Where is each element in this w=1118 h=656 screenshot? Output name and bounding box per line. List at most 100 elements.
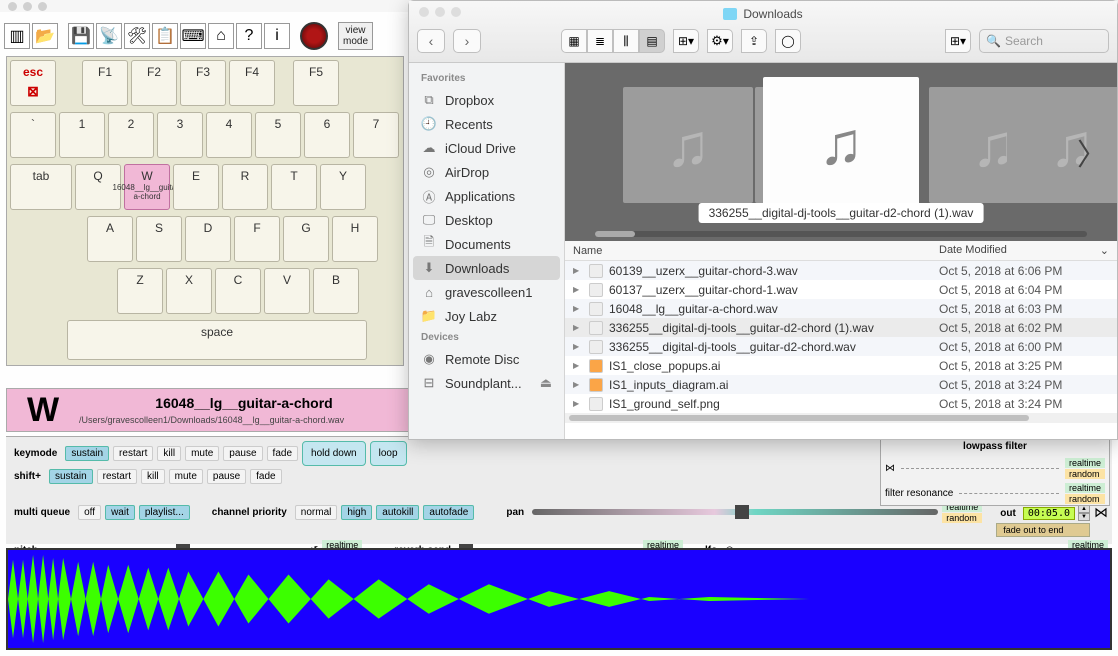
fr-random[interactable]: random bbox=[1065, 494, 1105, 504]
link-icon[interactable]: ⋈ bbox=[1094, 504, 1108, 521]
sidebar-item-icloud[interactable]: ☁iCloud Drive bbox=[409, 136, 564, 160]
record-button[interactable] bbox=[300, 22, 328, 50]
forward-button[interactable]: › bbox=[453, 29, 481, 53]
arrange-button[interactable]: ⊞▾ bbox=[673, 29, 699, 53]
file-row[interactable]: ▶336255__digital-dj-tools__guitar-d2-cho… bbox=[565, 337, 1117, 356]
save-button[interactable]: 💾 bbox=[68, 23, 94, 49]
keymode-fade[interactable]: fade bbox=[267, 446, 298, 461]
list-view-button[interactable]: ≣ bbox=[587, 29, 613, 53]
key-3[interactable]: 3 bbox=[157, 112, 203, 158]
key-h[interactable]: H bbox=[332, 216, 378, 262]
key-y[interactable]: Y bbox=[320, 164, 366, 210]
column-view-button[interactable]: ⫼ bbox=[613, 29, 639, 53]
file-row[interactable]: ▶IS1_close_popups.aiOct 5, 2018 at 3:25 … bbox=[565, 356, 1117, 375]
keyboard-button[interactable]: ⌨ bbox=[180, 23, 206, 49]
coverflow-card-center[interactable]: ♫ bbox=[763, 77, 919, 209]
key-f5[interactable]: F5 bbox=[293, 60, 339, 106]
sidebar-item-dropbox[interactable]: ⧉Dropbox bbox=[409, 88, 564, 112]
key-d[interactable]: D bbox=[185, 216, 231, 262]
keymode-restart[interactable]: restart bbox=[113, 446, 153, 461]
sidebar-item-desktop[interactable]: 🖵Desktop bbox=[409, 208, 564, 232]
key-5[interactable]: 5 bbox=[255, 112, 301, 158]
key-f[interactable]: F bbox=[234, 216, 280, 262]
key-t[interactable]: T bbox=[271, 164, 317, 210]
key-4[interactable]: 4 bbox=[206, 112, 252, 158]
eject-icon[interactable]: ⏏ bbox=[540, 375, 552, 391]
key-space[interactable]: space bbox=[67, 320, 367, 360]
sidebar-item-recents[interactable]: 🕘Recents bbox=[409, 112, 564, 136]
filterres-slider[interactable] bbox=[959, 493, 1059, 494]
key-f3[interactable]: F3 bbox=[180, 60, 226, 106]
home-button[interactable]: ⌂ bbox=[208, 23, 234, 49]
col-name[interactable]: Name bbox=[573, 245, 939, 257]
key-b[interactable]: B bbox=[313, 268, 359, 314]
cp-autofade[interactable]: autofade bbox=[423, 505, 474, 520]
sidebar-item-downloads[interactable]: ⬇Downloads bbox=[413, 256, 560, 280]
key-7[interactable]: 7 bbox=[353, 112, 399, 158]
shift-restart[interactable]: restart bbox=[97, 469, 137, 484]
key-r[interactable]: R bbox=[222, 164, 268, 210]
waveform-display[interactable] bbox=[6, 548, 1112, 650]
shift-kill[interactable]: kill bbox=[141, 469, 165, 484]
pan-slider[interactable] bbox=[532, 505, 938, 519]
search-input[interactable]: 🔍 Search bbox=[979, 29, 1109, 53]
shift-pause[interactable]: pause bbox=[207, 469, 246, 484]
sidebar-item-remotedisc[interactable]: ◉Remote Disc bbox=[409, 347, 564, 371]
keymode-mute[interactable]: mute bbox=[185, 446, 219, 461]
loop-button[interactable]: loop bbox=[370, 441, 407, 466]
key-f1[interactable]: F1 bbox=[82, 60, 128, 106]
icon-view-button[interactable]: ▦ bbox=[561, 29, 587, 53]
key-f4[interactable]: F4 bbox=[229, 60, 275, 106]
file-list-header[interactable]: Name Date Modified⌄ bbox=[565, 241, 1117, 261]
col-date[interactable]: Date Modified bbox=[939, 244, 1007, 257]
keymode-pause[interactable]: pause bbox=[223, 446, 262, 461]
key-x[interactable]: X bbox=[166, 268, 212, 314]
finder-min-icon[interactable] bbox=[435, 7, 445, 17]
shift-sustain[interactable]: sustain bbox=[49, 469, 93, 484]
coverflow-card-left2[interactable]: ♫ bbox=[623, 87, 753, 203]
sidebar-item-airdrop[interactable]: ◎AirDrop bbox=[409, 160, 564, 184]
key-esc[interactable]: esc⊠ bbox=[10, 60, 56, 106]
coverflow-scrollbar[interactable] bbox=[595, 231, 1087, 237]
sidebar-item-joylabz[interactable]: 📁Joy Labz bbox=[409, 304, 564, 328]
key-f2[interactable]: F2 bbox=[131, 60, 177, 106]
lp-realtime[interactable]: realtime bbox=[1065, 458, 1105, 468]
sidebar-item-home[interactable]: ⌂gravescolleen1 bbox=[409, 280, 564, 304]
key-g[interactable]: G bbox=[283, 216, 329, 262]
fadeout-to-end[interactable]: fade out to end bbox=[996, 523, 1090, 537]
broadcast-button[interactable]: 📡 bbox=[96, 23, 122, 49]
share-button[interactable]: ⇪ bbox=[741, 29, 767, 53]
shift-mute[interactable]: mute bbox=[169, 469, 203, 484]
file-row[interactable]: ▶60137__uzerx__guitar-chord-1.wavOct 5, … bbox=[565, 280, 1117, 299]
key-1[interactable]: 1 bbox=[59, 112, 105, 158]
coverflow-view-button[interactable]: ▤ bbox=[639, 29, 665, 53]
coverflow-next-arrow[interactable]: 〉 bbox=[1077, 130, 1107, 174]
pan-random[interactable]: random bbox=[942, 513, 982, 523]
key-a[interactable]: A bbox=[87, 216, 133, 262]
notes-button[interactable]: 📋 bbox=[152, 23, 178, 49]
new-keymap-button[interactable]: ▥ bbox=[4, 23, 30, 49]
mq-playlist[interactable]: playlist... bbox=[139, 505, 190, 520]
lp-random[interactable]: random bbox=[1065, 469, 1105, 479]
key-backtick[interactable]: ` bbox=[10, 112, 56, 158]
file-row[interactable]: ▶16048__lg__guitar-a-chord.wavOct 5, 201… bbox=[565, 299, 1117, 318]
key-z[interactable]: Z bbox=[117, 268, 163, 314]
holddown-button[interactable]: hold down bbox=[302, 441, 366, 466]
tools-button[interactable]: 🛠 bbox=[124, 23, 150, 49]
key-tab[interactable]: tab bbox=[10, 164, 72, 210]
file-list-scrollbar[interactable] bbox=[565, 413, 1117, 423]
key-v[interactable]: V bbox=[264, 268, 310, 314]
keymode-sustain[interactable]: sustain bbox=[65, 446, 109, 461]
dropbox-button[interactable]: ⊞▾ bbox=[945, 29, 971, 53]
key-e[interactable]: E bbox=[173, 164, 219, 210]
file-row[interactable]: ▶IS1_ground_self.pngOct 5, 2018 at 3:24 … bbox=[565, 394, 1117, 413]
open-folder-button[interactable]: 📂 bbox=[32, 23, 58, 49]
cp-autokill[interactable]: autokill bbox=[376, 505, 419, 520]
key-6[interactable]: 6 bbox=[304, 112, 350, 158]
file-row[interactable]: ▶IS1_inputs_diagram.aiOct 5, 2018 at 3:2… bbox=[565, 375, 1117, 394]
out-time[interactable]: 00:05.0 bbox=[1023, 507, 1075, 520]
mq-off[interactable]: off bbox=[78, 505, 101, 520]
key-2[interactable]: 2 bbox=[108, 112, 154, 158]
cp-high[interactable]: high bbox=[341, 505, 372, 520]
coverflow-area[interactable]: ♫ ♫ ♫ ♫ ♫ 〉 336255__digital-dj-tools__gu… bbox=[565, 63, 1117, 241]
